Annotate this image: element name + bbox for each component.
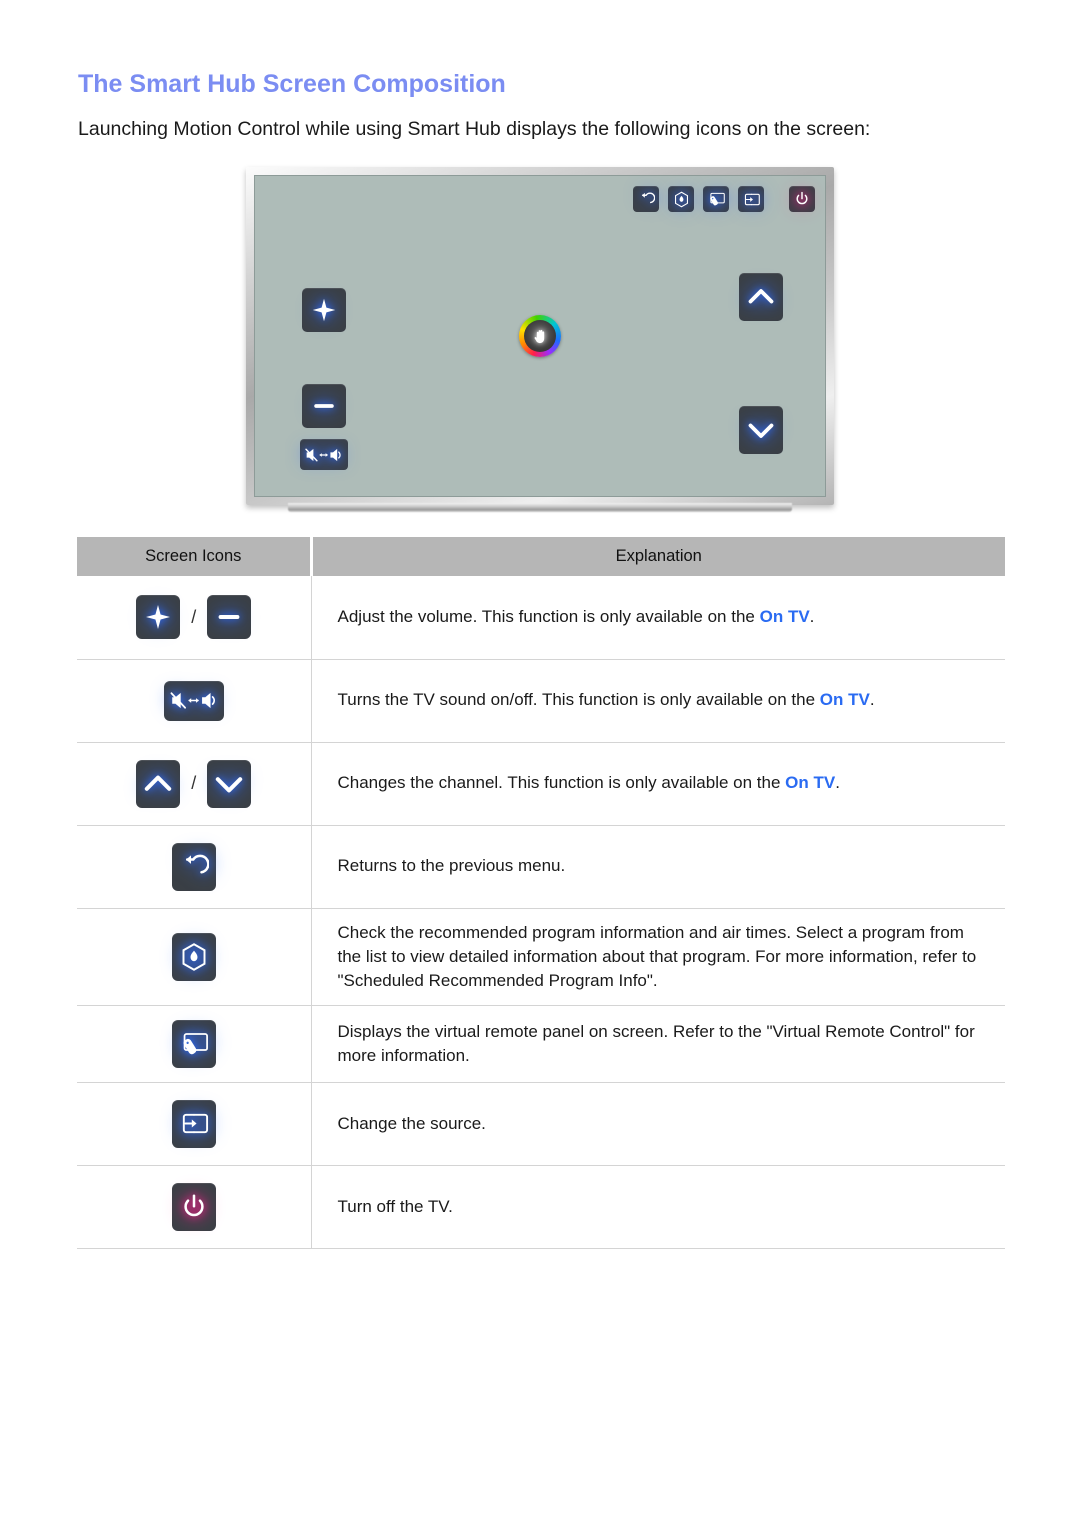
tv-screen <box>254 175 826 497</box>
icon-pair <box>77 1182 311 1231</box>
table-row: Turns the TV sound on/off. This function… <box>77 659 1005 743</box>
row-icon-cell-volume: / <box>77 576 312 660</box>
table-row: / Changes the channel. This function is … <box>77 742 1005 826</box>
table-row: Returns to the previous menu. <box>77 825 1005 909</box>
tv-illustration <box>246 167 834 512</box>
icon-pair <box>77 842 311 891</box>
row-explanation-virtual-remote: Displays the virtual remote panel on scr… <box>311 1005 1005 1083</box>
icon-pair <box>77 1019 311 1068</box>
table-row: Displays the virtual remote panel on scr… <box>77 1005 1005 1083</box>
row-explanation-channel: Changes the channel. This function is on… <box>311 742 1005 826</box>
channel-up-icon[interactable] <box>136 759 181 808</box>
row-explanation-return: Returns to the previous menu. <box>311 825 1005 909</box>
source-icon[interactable] <box>171 1099 216 1148</box>
row-icon-cell-power <box>77 1165 312 1249</box>
icon-pair: / <box>77 595 311 640</box>
recommended-program-icon[interactable] <box>171 932 216 981</box>
explanation-text: Adjust the volume. This function is only… <box>337 607 760 627</box>
explanation-tail: . <box>869 690 875 710</box>
page-title: The Smart Hub Screen Composition <box>78 70 506 98</box>
row-icon-cell-recommended <box>77 908 312 1006</box>
on-tv-link[interactable]: On TV <box>820 690 870 709</box>
explanation-text: Turns the TV sound on/off. This function… <box>337 690 820 710</box>
header-explanation: Explanation <box>311 537 1005 576</box>
explanation-tail: . <box>809 607 815 627</box>
row-explanation-mute: Turns the TV sound on/off. This function… <box>311 659 1005 743</box>
tv-top-icon-row <box>633 186 815 212</box>
tv-stand <box>288 503 792 512</box>
explanation-tail: . <box>835 773 840 793</box>
icon-pair <box>77 932 311 981</box>
power-icon[interactable] <box>171 1182 216 1231</box>
screen-icons-table: Screen Icons Explanation / Adjust the vo… <box>77 537 1005 1249</box>
cursor-inner <box>524 320 556 352</box>
icon-separator: / <box>191 606 197 627</box>
table-row: Change the source. <box>77 1082 1005 1166</box>
icon-pair: / <box>77 759 311 808</box>
explanation-text: Changes the channel. This function is on… <box>337 773 786 793</box>
on-tv-link[interactable]: On TV <box>785 773 835 792</box>
on-tv-link[interactable]: On TV <box>760 607 810 626</box>
volume-down-icon[interactable] <box>207 595 252 640</box>
row-explanation-power: Turn off the TV. <box>311 1165 1005 1249</box>
table-row: Check the recommended program informatio… <box>77 908 1005 1006</box>
channel-up-icon[interactable] <box>739 273 783 321</box>
row-icon-cell-return <box>77 825 312 909</box>
mute-toggle-icon[interactable] <box>300 439 348 470</box>
icon-pair <box>77 680 311 721</box>
volume-up-icon[interactable] <box>136 595 181 640</box>
table-row: / Adjust the volume. This function is on… <box>77 576 1005 660</box>
volume-down-icon[interactable] <box>302 384 346 428</box>
row-explanation-volume: Adjust the volume. This function is only… <box>311 576 1005 660</box>
volume-up-icon[interactable] <box>302 288 346 332</box>
recommended-program-icon[interactable] <box>668 186 694 212</box>
virtual-remote-icon[interactable] <box>171 1019 216 1068</box>
row-icon-cell-mute <box>77 659 312 743</box>
icon-row-spacer <box>773 199 780 200</box>
row-icon-cell-channel: / <box>77 742 312 826</box>
row-icon-cell-virtual-remote <box>77 1005 312 1083</box>
intro-paragraph: Launching Motion Control while using Sma… <box>78 118 871 140</box>
table-header-row: Screen Icons Explanation <box>77 537 1005 576</box>
power-icon[interactable] <box>789 186 815 212</box>
virtual-remote-icon[interactable] <box>703 186 729 212</box>
channel-down-icon[interactable] <box>207 759 252 808</box>
icon-separator: / <box>191 773 197 793</box>
mute-toggle-icon[interactable] <box>163 680 224 721</box>
row-explanation-source: Change the source. <box>311 1082 1005 1166</box>
row-icon-cell-source <box>77 1082 312 1166</box>
hand-cursor-icon[interactable] <box>519 315 561 357</box>
return-icon[interactable] <box>633 186 659 212</box>
tv-bezel <box>246 167 834 505</box>
table-row: Turn off the TV. <box>77 1165 1005 1249</box>
icon-pair <box>77 1099 311 1148</box>
row-explanation-recommended: Check the recommended program informatio… <box>311 908 1005 1006</box>
return-icon[interactable] <box>171 842 216 891</box>
channel-down-icon[interactable] <box>739 406 783 454</box>
document-page: The Smart Hub Screen Composition Launchi… <box>0 0 1080 1527</box>
header-screen-icons: Screen Icons <box>77 537 313 576</box>
source-icon[interactable] <box>738 186 764 212</box>
